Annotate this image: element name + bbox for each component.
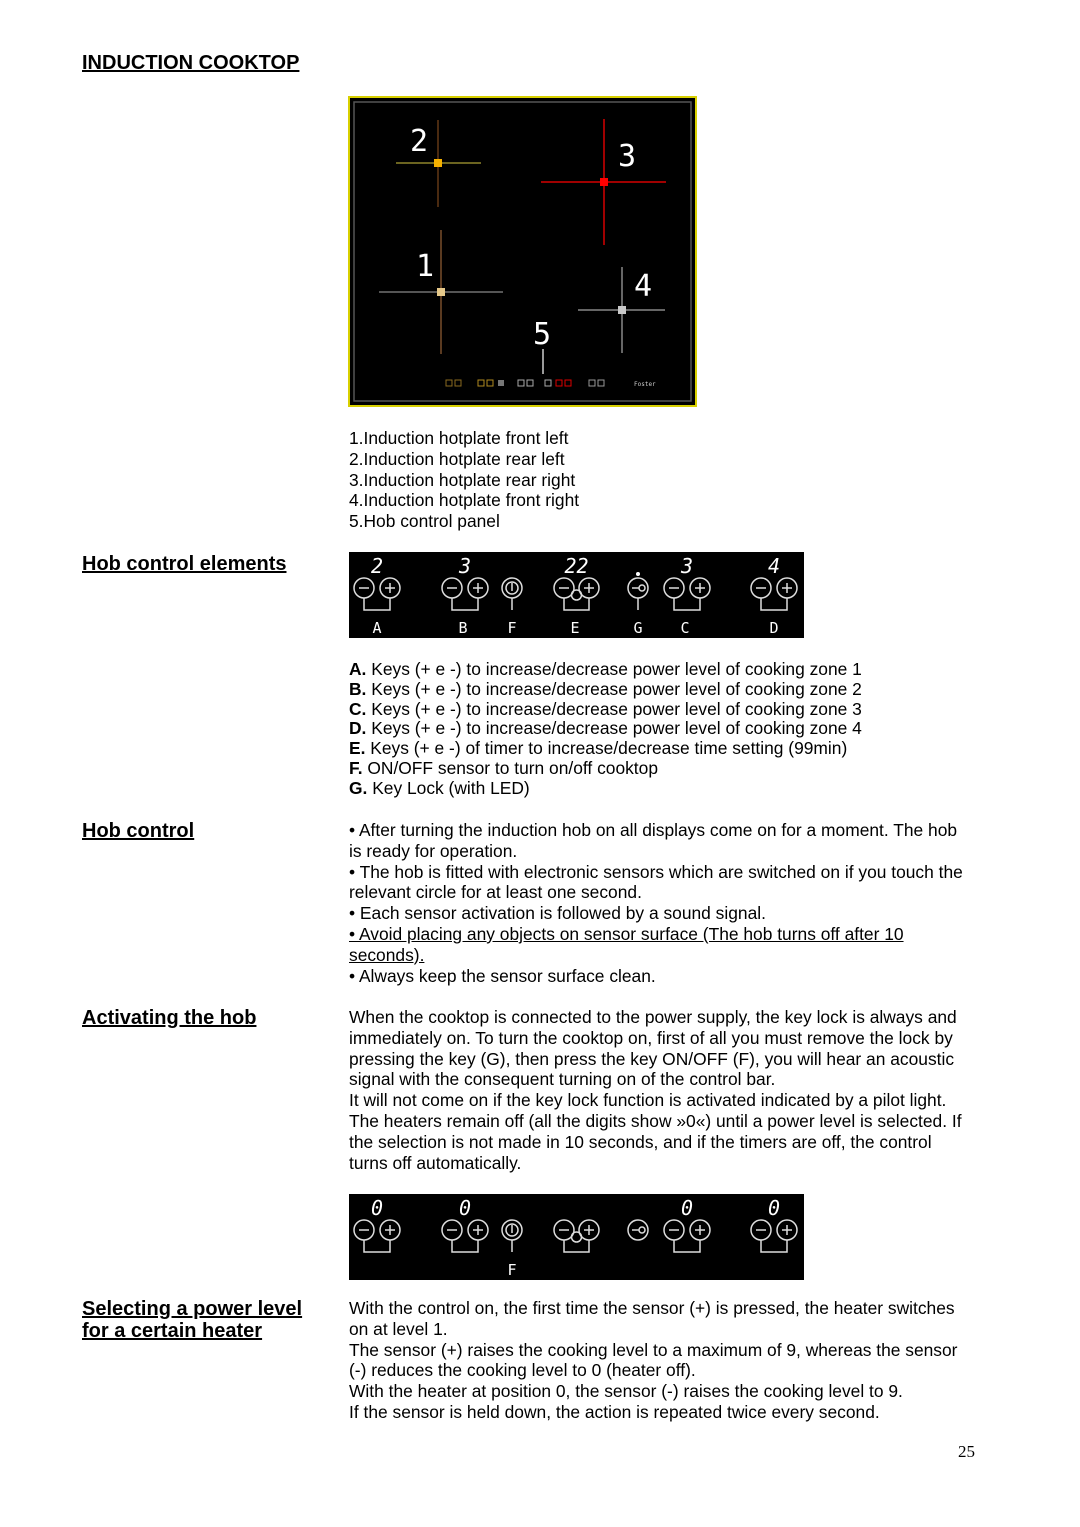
zone-digit: 22 (564, 554, 588, 578)
zone-digit: 2 (371, 554, 383, 578)
zone-label-2: 2 (410, 124, 428, 159)
key-item: E. Keys (+ e -) of timer to increase/dec… (349, 738, 848, 759)
parts-list-item: 3.Induction hotplate rear right (349, 469, 576, 490)
key-item: G. Key Lock (with LED) (349, 777, 530, 798)
zone-digit: 0 (681, 1196, 693, 1220)
control-elements-list: A. Keys (+ e -) to increase/decrease pow… (349, 659, 999, 799)
key-label-b: B (458, 619, 467, 637)
cooktop-frame (348, 96, 697, 407)
selecting-text: With the control on, the first time the … (349, 1298, 958, 1422)
key-label-f: F (507, 619, 516, 637)
key-item: D. Keys (+ e -) to increase/decrease pow… (349, 718, 862, 739)
heading-activating-the-hob: Activating the hob (82, 1007, 257, 1029)
zone-digit: 3 (458, 554, 471, 578)
key-item: F. ON/OFF sensor to turn on/off cooktop (349, 757, 658, 778)
heading-hob-control-elements: Hob control elements (82, 553, 287, 575)
zone-digit: 0 (371, 1196, 383, 1220)
zone-label-1: 1 (416, 249, 434, 284)
zone-digit: 4 (768, 554, 780, 578)
panel-background (349, 1194, 804, 1280)
key-item: C. Keys (+ e -) to increase/decrease pow… (349, 698, 862, 719)
page-title: INDUCTION COOKTOP (82, 52, 300, 74)
key-label-g: G (633, 619, 642, 637)
parts-list-item: 5.Hob control panel (349, 511, 500, 532)
key-item: B. Keys (+ e -) to increase/decrease pow… (349, 678, 862, 699)
hob-control-text: • After turning the induction hob on all… (349, 820, 963, 986)
page-number: 25 (958, 1442, 975, 1461)
key-label-d: D (769, 619, 778, 637)
activating-text: When the cooktop is connected to the pow… (349, 1007, 962, 1173)
cooktop-diagram: 2 3 1 4 5 Foster (348, 96, 697, 407)
key-label-c: C (680, 619, 689, 637)
heading-selecting-power-level: Selecting a power level for a certain he… (82, 1298, 303, 1342)
control-panel-diagram: 2 3 22 3 4 A B F E G C D (349, 552, 804, 638)
zone-digit: 0 (459, 1196, 471, 1220)
zone-label-4: 4 (634, 269, 652, 304)
key-item: A. Keys (+ e -) to increase/decrease pow… (349, 659, 862, 679)
zone-label-3: 3 (618, 139, 636, 174)
zone-label-5: 5 (533, 317, 551, 352)
zone-digit: 3 (680, 554, 693, 578)
key-label-e: E (570, 619, 579, 637)
brand-logo: Foster (634, 381, 656, 388)
parts-list-item: 2.Induction hotplate rear left (349, 448, 565, 469)
lock-led (636, 572, 640, 576)
heading-hob-control: Hob control (82, 820, 195, 842)
key-label-f: F (507, 1261, 516, 1279)
parts-list-item: 4.Induction hotplate front right (349, 490, 580, 511)
parts-list-item: 1.Induction hotplate front left (349, 428, 569, 448)
zone-digit: 0 (768, 1196, 780, 1220)
key-label-a: A (372, 619, 381, 637)
parts-list: 1.Induction hotplate front left 2.Induct… (349, 428, 999, 532)
control-panel-off-diagram: 0 0 0 0 F (349, 1194, 804, 1280)
